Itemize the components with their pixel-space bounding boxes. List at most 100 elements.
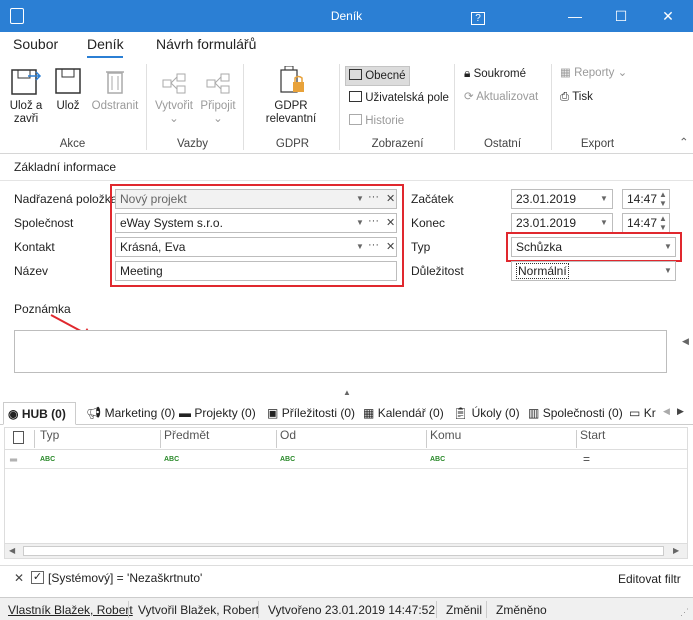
company-label: Společnost	[14, 216, 74, 230]
save-icon	[55, 68, 81, 94]
dropdown-arrow-icon[interactable]: ▼	[600, 194, 608, 203]
close-button[interactable]: ✕	[645, 0, 691, 32]
history-button[interactable]: Historie	[349, 114, 404, 128]
dropdown-arrow-icon[interactable]: ▼	[664, 266, 672, 275]
help-button[interactable]: ?	[455, 0, 501, 32]
start-date-field[interactable]: 23.01.2019 ▼	[511, 189, 613, 209]
section-title: Základní informace	[14, 160, 117, 174]
save-close-button[interactable]: Ulož a zavři	[6, 66, 46, 126]
grid-col-sep	[160, 430, 161, 448]
ribbon-separator	[243, 64, 244, 150]
clipboard-icon: 📋︎	[453, 406, 469, 420]
status-separator	[486, 601, 487, 618]
status-separator	[128, 601, 129, 618]
name-label: Název	[14, 264, 49, 278]
start-time-field[interactable]: 14:47 ▲ ▼	[622, 189, 670, 209]
attach-button[interactable]: Připojit ⌄	[198, 66, 238, 126]
tab-ukoly[interactable]: 📋︎ Úkoly (0)	[449, 402, 524, 425]
user-fields-button[interactable]: Uživatelská pole	[349, 91, 449, 105]
tab-prilezitosti[interactable]: ▣ Příležitosti (0)	[263, 402, 359, 425]
create-button[interactable]: Vytvořit ⌄	[152, 66, 196, 126]
grid-header-komu[interactable]: Komu	[430, 428, 461, 442]
group-label-vazby: Vazby	[176, 138, 209, 150]
scroll-thumb[interactable]	[23, 546, 664, 556]
tabs-scroll-right-icon[interactable]: ▶	[677, 406, 684, 417]
clear-filter-icon[interactable]: ✕	[14, 571, 24, 585]
spin-icon[interactable]: ▲ ▼	[659, 214, 667, 232]
horizontal-scrollbar[interactable]: ◀ ▶	[5, 543, 687, 558]
resize-grip-icon[interactable]: ⋰	[680, 607, 689, 618]
title-bar: Deník ? — ☐ ✕	[0, 0, 693, 32]
gdpr-relevant-button[interactable]: GDPR relevantní	[248, 65, 334, 126]
lock-icon: 🔒︎	[464, 66, 471, 80]
chevron-down-icon: ⌄	[169, 113, 179, 125]
money-icon: ▣	[267, 406, 279, 420]
tab-kalendar[interactable]: ▦ Kalendář (0)	[359, 402, 448, 425]
attach-icon	[206, 73, 230, 94]
grid-header-predmet[interactable]: Předmět	[164, 428, 209, 442]
chevron-down-icon: ⌄	[213, 113, 223, 125]
tabs-scroll-left-icon[interactable]: ◀	[663, 406, 670, 417]
filter-cell-start[interactable]: =	[583, 452, 590, 466]
minimize-button[interactable]: —	[552, 0, 598, 32]
end-date-field[interactable]: 23.01.2019 ▼	[511, 213, 613, 233]
grid-header-od[interactable]: Od	[280, 428, 296, 442]
dropdown-arrow-icon[interactable]: ▼	[600, 218, 608, 227]
filter-cell-komu[interactable]: ABC	[430, 456, 445, 463]
tab-navrh-formularu[interactable]: Návrh formulářů	[156, 36, 256, 52]
status-separator	[436, 601, 437, 618]
folder-icon: ▬	[179, 406, 191, 420]
end-time-field[interactable]: 14:47 ▲ ▼	[622, 213, 670, 233]
save-button[interactable]: Ulož	[51, 66, 85, 113]
filter-cell-typ[interactable]: ABC	[40, 456, 55, 463]
splitter-icon[interactable]: ▲	[343, 388, 351, 397]
note-textarea[interactable]	[14, 330, 667, 373]
spin-icon[interactable]: ▲ ▼	[659, 190, 667, 208]
lock-document-icon	[280, 65, 304, 93]
highlight-box-type	[506, 232, 682, 262]
contact-label: Kontakt	[14, 240, 55, 254]
print-button[interactable]: ⎙ Tisk	[560, 90, 593, 104]
grid-header-typ[interactable]: Typ	[40, 428, 59, 442]
private-button[interactable]: 🔒︎ Soukromé	[464, 66, 526, 81]
grid-col-sep	[426, 430, 427, 448]
scroll-right-icon[interactable]: ▶	[673, 546, 679, 555]
filter-cell-od[interactable]: ABC	[280, 456, 295, 463]
edit-filter-link[interactable]: Editovat filtr	[618, 572, 681, 586]
tab-spolecnosti[interactable]: ▥ Společnosti (0)	[524, 402, 627, 425]
grid-header-start[interactable]: Start	[580, 428, 605, 442]
report-icon: ▦	[560, 67, 571, 79]
group-label-akce: Akce	[59, 138, 86, 150]
side-collapse-icon[interactable]: ◀	[682, 336, 689, 347]
highlight-box-left	[110, 184, 404, 287]
tab-denik[interactable]: Deník	[87, 36, 124, 52]
reports-button[interactable]: ▦ Reporty ⌄	[560, 66, 627, 80]
filter-checkbox[interactable]: ✓	[31, 571, 44, 584]
collapse-ribbon-icon[interactable]: ⌃	[679, 136, 689, 150]
tab-hub[interactable]: ◉ HUB (0)	[3, 402, 76, 425]
grid-col-sep	[276, 430, 277, 448]
delete-button[interactable]: Odstranit	[91, 66, 139, 113]
importance-select[interactable]: Normální ▼	[511, 261, 676, 281]
chevron-down-icon: ⌄	[617, 67, 628, 79]
trash-icon	[106, 71, 124, 94]
tab-projekty[interactable]: ▬ Projekty (0)	[175, 402, 260, 425]
tab-marketing[interactable]: 📢︎ Marketing (0)	[82, 402, 179, 425]
owner-link[interactable]: Vlastník Blažek, Robert	[8, 603, 133, 617]
tab-soubor[interactable]: Soubor	[13, 36, 58, 52]
tab-kontakty[interactable]: ▭ Kr	[625, 402, 659, 425]
section-divider	[0, 180, 693, 181]
refresh-button[interactable]: ⟳ Aktualizovat	[464, 90, 538, 104]
grid-col-sep	[576, 430, 577, 448]
grid	[4, 427, 688, 559]
create-icon	[162, 73, 186, 94]
general-view-button[interactable]: Obecné	[345, 66, 410, 86]
maximize-button[interactable]: ☐	[598, 0, 644, 32]
filter-row-icon: ═	[10, 455, 18, 466]
filter-bar: ✕ ✓ [Systémový] = 'Nezaškrtnuto' Editova…	[0, 565, 693, 591]
menu-tabs: Soubor Deník Návrh formulářů	[0, 32, 693, 58]
filter-cell-predmet[interactable]: ABC	[164, 456, 179, 463]
changed-by: Změnil	[446, 603, 483, 617]
megaphone-icon: 📢︎	[86, 406, 102, 420]
scroll-left-icon[interactable]: ◀	[9, 546, 15, 555]
